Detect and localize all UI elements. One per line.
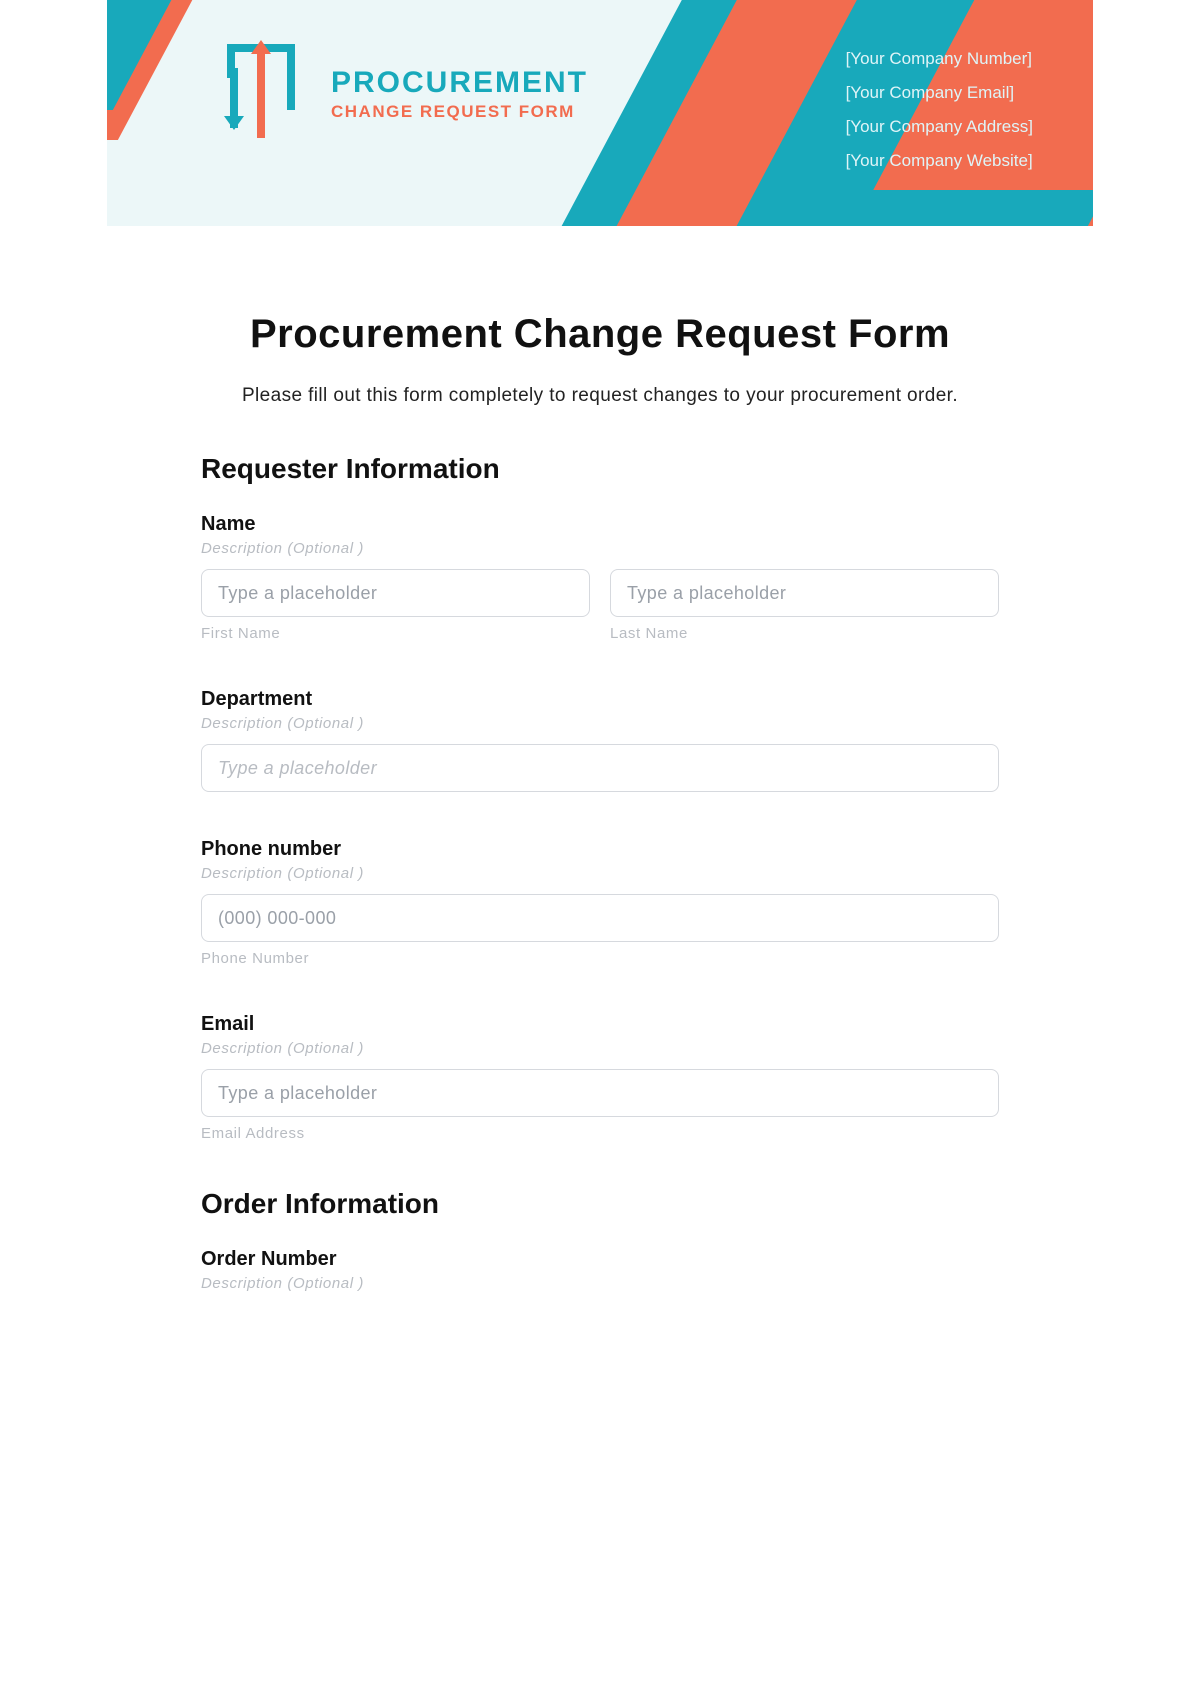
brand: PROCUREMENT CHANGE REQUEST FORM (227, 44, 588, 144)
desc-phone: Description (Optional ) (201, 865, 999, 882)
last-name-input[interactable] (610, 569, 999, 617)
field-order-number: Order Number Description (Optional ) (201, 1248, 999, 1292)
company-email: [Your Company Email] (846, 76, 1033, 110)
company-website: [Your Company Website] (846, 144, 1033, 178)
field-department: Department Description (Optional ) (201, 688, 999, 792)
sublabel-email: Email Address (201, 1125, 999, 1142)
brand-line2: CHANGE REQUEST FORM (331, 102, 588, 122)
first-name-input[interactable] (201, 569, 590, 617)
header-banner: PROCUREMENT CHANGE REQUEST FORM [Your Co… (107, 0, 1093, 226)
sublabel-phone: Phone Number (201, 950, 999, 967)
label-name: Name (201, 513, 999, 536)
desc-order-number: Description (Optional ) (201, 1275, 999, 1292)
section-order: Order Information (201, 1188, 999, 1220)
desc-name: Description (Optional ) (201, 540, 999, 557)
section-requester: Requester Information (201, 453, 999, 485)
desc-department: Description (Optional ) (201, 715, 999, 732)
page-intro: Please fill out this form completely to … (201, 385, 999, 407)
desc-email: Description (Optional ) (201, 1040, 999, 1057)
logo-icon (227, 44, 305, 144)
label-order-number: Order Number (201, 1248, 999, 1271)
page-title: Procurement Change Request Form (201, 312, 999, 357)
label-email: Email (201, 1013, 999, 1036)
department-input[interactable] (201, 744, 999, 792)
field-name: Name Description (Optional ) First Name … (201, 513, 999, 642)
phone-input[interactable] (201, 894, 999, 942)
sublabel-first-name: First Name (201, 625, 590, 642)
company-info: [Your Company Number] [Your Company Emai… (846, 42, 1033, 178)
field-phone: Phone number Description (Optional ) Pho… (201, 838, 999, 967)
brand-text: PROCUREMENT CHANGE REQUEST FORM (331, 66, 588, 122)
company-number: [Your Company Number] (846, 42, 1033, 76)
label-department: Department (201, 688, 999, 711)
email-input[interactable] (201, 1069, 999, 1117)
field-email: Email Description (Optional ) Email Addr… (201, 1013, 999, 1142)
sublabel-last-name: Last Name (610, 625, 999, 642)
label-phone: Phone number (201, 838, 999, 861)
company-address: [Your Company Address] (846, 110, 1033, 144)
brand-line1: PROCUREMENT (331, 66, 588, 100)
